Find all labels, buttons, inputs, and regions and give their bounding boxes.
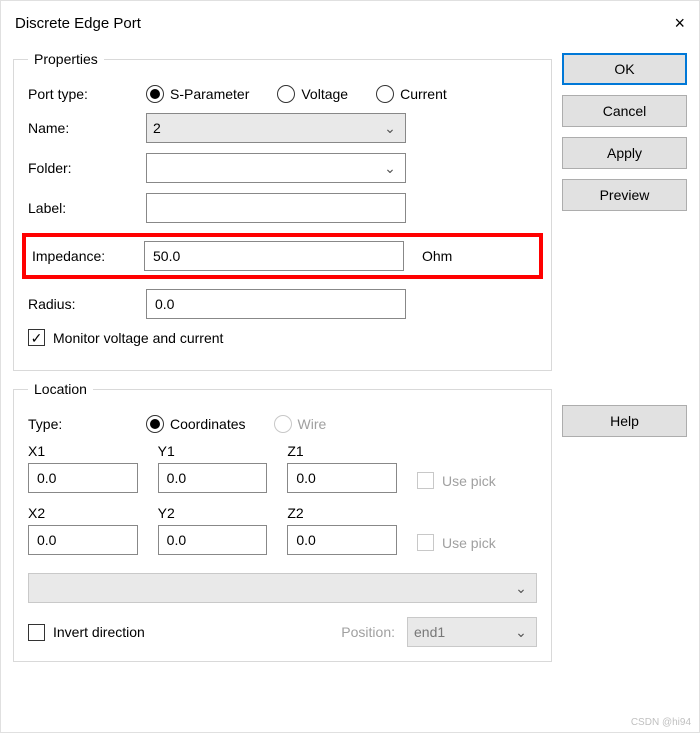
dialog-window: Discrete Edge Port × Properties Port typ…	[0, 0, 700, 733]
chevron-down-icon: ⌄	[512, 624, 530, 641]
name-label: Name:	[28, 120, 138, 136]
radius-input[interactable]	[146, 289, 406, 319]
label-input[interactable]	[146, 193, 406, 223]
apply-button[interactable]: Apply	[562, 137, 687, 169]
invert-label: Invert direction	[53, 624, 145, 640]
location-legend: Location	[28, 381, 93, 397]
x2-label: X2	[28, 505, 138, 521]
radius-field[interactable]	[153, 295, 399, 313]
location-group: Location Type: Coordinates Wire	[13, 381, 552, 662]
loc-type-radios: Coordinates Wire	[146, 415, 326, 433]
x1-input[interactable]	[28, 463, 138, 493]
impedance-input[interactable]	[144, 241, 404, 271]
radio-icon	[277, 85, 295, 103]
radio-voltage[interactable]: Voltage	[277, 85, 348, 103]
impedance-highlight: Impedance: Ohm	[22, 233, 543, 279]
impedance-label: Impedance:	[32, 248, 136, 264]
titlebar: Discrete Edge Port ×	[1, 1, 699, 41]
window-title: Discrete Edge Port	[15, 15, 141, 32]
checkbox-icon	[28, 624, 45, 641]
button-column: OK Cancel Apply Preview Help	[562, 41, 687, 662]
z1-field[interactable]	[294, 469, 390, 487]
x2-input[interactable]	[28, 525, 138, 555]
monitor-checkbox[interactable]: ✓ Monitor voltage and current	[28, 329, 223, 346]
radio-sparameter[interactable]: S-Parameter	[146, 85, 249, 103]
y2-label: Y2	[158, 505, 268, 521]
impedance-unit: Ohm	[422, 248, 452, 264]
cancel-button[interactable]: Cancel	[562, 95, 687, 127]
invert-direction-checkbox[interactable]: Invert direction	[28, 624, 145, 641]
chevron-down-icon: ⌄	[512, 580, 530, 597]
preview-button[interactable]: Preview	[562, 179, 687, 211]
checkbox-icon: ✓	[28, 329, 45, 346]
use-pick-1: Use pick	[417, 472, 496, 489]
radius-label: Radius:	[28, 296, 138, 312]
use-pick-2: Use pick	[417, 534, 496, 551]
checkbox-icon	[417, 472, 434, 489]
loc-type-label: Type:	[28, 416, 138, 432]
watermark: CSDN @hi94	[631, 717, 691, 728]
label-label: Label:	[28, 200, 138, 216]
folder-label: Folder:	[28, 160, 138, 176]
name-value: 2	[153, 120, 161, 136]
properties-legend: Properties	[28, 51, 104, 67]
position-combo: end1 ⌄	[407, 617, 537, 647]
x1-label: X1	[28, 443, 138, 459]
help-button[interactable]: Help	[562, 405, 687, 437]
y1-input[interactable]	[158, 463, 268, 493]
label-field[interactable]	[153, 199, 399, 217]
position-value: end1	[414, 624, 445, 640]
port-type-label: Port type:	[28, 86, 138, 102]
radio-icon	[274, 415, 292, 433]
radio-wire: Wire	[274, 415, 327, 433]
radio-icon	[146, 85, 164, 103]
z2-field[interactable]	[294, 531, 390, 549]
folder-combo[interactable]: ⌄	[146, 153, 406, 183]
y2-input[interactable]	[158, 525, 268, 555]
y1-label: Y1	[158, 443, 268, 459]
wire-combo: ⌄	[28, 573, 537, 603]
chevron-down-icon: ⌄	[381, 160, 399, 177]
radio-coordinates[interactable]: Coordinates	[146, 415, 246, 433]
close-icon[interactable]: ×	[645, 13, 685, 34]
y2-field[interactable]	[165, 531, 261, 549]
z1-label: Z1	[287, 443, 397, 459]
properties-group: Properties Port type: S-Parameter Voltag…	[13, 51, 552, 371]
chevron-down-icon: ⌄	[381, 120, 399, 137]
impedance-field[interactable]	[151, 247, 397, 265]
radio-icon	[376, 85, 394, 103]
z2-input[interactable]	[287, 525, 397, 555]
name-combo[interactable]: 2 ⌄	[146, 113, 406, 143]
x2-field[interactable]	[35, 531, 131, 549]
ok-button[interactable]: OK	[562, 53, 687, 85]
position-label: Position:	[341, 624, 395, 640]
z1-input[interactable]	[287, 463, 397, 493]
port-type-radios: S-Parameter Voltage Current	[146, 85, 447, 103]
z2-label: Z2	[287, 505, 397, 521]
radio-current[interactable]: Current	[376, 85, 447, 103]
y1-field[interactable]	[165, 469, 261, 487]
radio-icon	[146, 415, 164, 433]
x1-field[interactable]	[35, 469, 131, 487]
checkbox-icon	[417, 534, 434, 551]
monitor-label: Monitor voltage and current	[53, 330, 223, 346]
